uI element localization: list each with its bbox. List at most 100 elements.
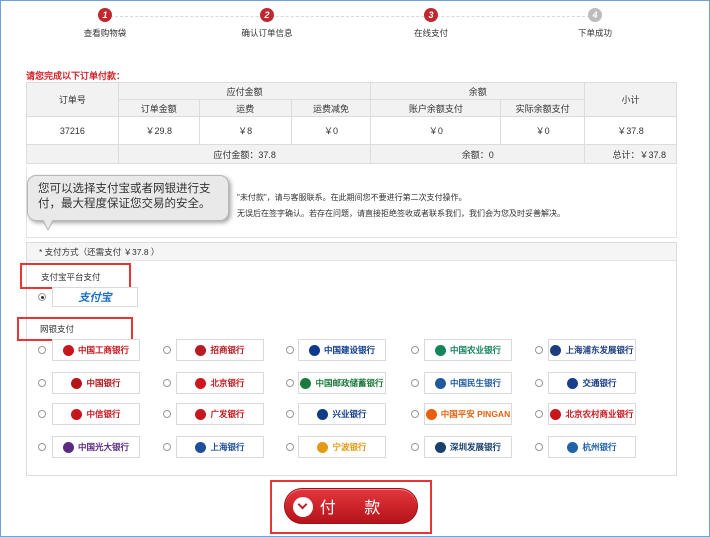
ceb-logo-icon [62, 441, 74, 453]
step-2-label: 确认订单信息 [241, 28, 293, 38]
bank-radio[interactable] [411, 379, 419, 387]
psbc-logo-icon [300, 377, 312, 389]
bank-radio[interactable] [38, 346, 46, 354]
bank-name: 中国民生银行 [449, 378, 501, 388]
step-1-number: 1 [98, 8, 112, 22]
bank-name: 中国农业银行 [449, 345, 501, 355]
tooltip-tail-inner [43, 219, 53, 229]
bank-name: 中国光大银行 [77, 442, 129, 452]
payment-method-header: * 支付方式（还需支付 ￥37.8 ） [27, 243, 676, 261]
bank-option[interactable]: 中国银行 [52, 372, 140, 394]
bosh-logo-icon [195, 441, 207, 453]
bank-radio[interactable] [411, 346, 419, 354]
bank-radio[interactable] [535, 379, 543, 387]
bank-name: 宁波银行 [332, 442, 367, 452]
bank-option[interactable]: 中国邮政储蓄银行 [298, 372, 386, 394]
step-3: 3 在线支付 [376, 8, 486, 39]
bank-option[interactable]: 杭州银行 [548, 436, 636, 458]
payable-total: 应付金额：37.8 [117, 144, 372, 164]
steps-divider [105, 16, 600, 17]
bank-highlight [17, 317, 133, 341]
bank-option[interactable]: 中国民生银行 [424, 372, 512, 394]
instruction-line-2: 无误后在签字确认。若存在问题，请直接拒绝签收或者联系我们，我们会为您及时妥善解决… [237, 209, 565, 218]
bank-option[interactable]: 上海银行 [176, 436, 264, 458]
order-amount-header: 订单金额 [117, 99, 200, 117]
icbc-logo-icon [62, 344, 74, 356]
bank-option[interactable]: 招商银行 [176, 339, 264, 361]
citic-logo-icon [71, 408, 83, 420]
bank-radio[interactable] [535, 410, 543, 418]
bank-option[interactable]: 中国工商银行 [52, 339, 140, 361]
bank-radio[interactable] [38, 443, 46, 451]
alipay-section-label: 支付宝平台支付 [41, 272, 101, 282]
bank-name: 中国建设银行 [323, 345, 375, 355]
bank-option[interactable]: 中国农业银行 [424, 339, 512, 361]
bank-option[interactable]: 中信银行 [52, 403, 140, 425]
account-balance-cell: ￥0 [370, 116, 502, 145]
bob-logo-icon [195, 377, 207, 389]
step-1-label: 查看购物袋 [83, 28, 127, 38]
order-amount-cell: ￥29.8 [117, 116, 200, 145]
bank-option[interactable]: 中国建设银行 [298, 339, 386, 361]
bank-option[interactable]: 北京银行 [176, 372, 264, 394]
subtotal-cell: ￥37.8 [584, 116, 677, 145]
ccb-logo-icon [308, 344, 320, 356]
bank-radio[interactable] [38, 379, 46, 387]
bank-option[interactable]: 兴业银行 [298, 403, 386, 425]
balance-total: 余额：0 [370, 144, 586, 164]
bank-radio[interactable] [286, 379, 294, 387]
order-number-header: 订单号 [26, 82, 119, 117]
payment-notice: 请您完成以下订单付款： [26, 71, 126, 81]
bank-name: 杭州银行 [582, 442, 617, 452]
bank-radio[interactable] [411, 410, 419, 418]
step-4-label: 下单成功 [577, 28, 612, 38]
alipay-logo-icon[interactable]: 支付宝 [52, 287, 138, 307]
bank-radio[interactable] [286, 443, 294, 451]
payment-tip-tooltip: 您可以选择支付宝或者网银进行支付，最大程度保证您交易的安全。 [27, 175, 229, 231]
step-4: 4 下单成功 [540, 8, 650, 39]
bank-name: 上海浦东发展银行 [565, 345, 634, 355]
bank-option[interactable]: 交通银行 [548, 372, 636, 394]
subtotal-header: 小计 [584, 82, 677, 117]
bank-option[interactable]: 上海浦东发展银行 [548, 339, 636, 361]
bank-option[interactable]: 宁波银行 [298, 436, 386, 458]
totals-row: 应付金额：37.8 余额：0 总计：￥37.8 [26, 144, 677, 164]
alipay-radio[interactable] [38, 293, 46, 301]
bank-radio[interactable] [535, 346, 543, 354]
bank-radio[interactable] [163, 379, 171, 387]
bank-name: 中国邮政储蓄银行 [315, 378, 384, 388]
sdb-logo-icon [434, 441, 446, 453]
bank-name: 深圳发展银行 [449, 442, 501, 452]
bocom-logo-icon [567, 377, 579, 389]
bjrcb-logo-icon [550, 408, 562, 420]
bank-radio[interactable] [163, 410, 171, 418]
bank-option[interactable]: 北京农村商业银行 [548, 403, 636, 425]
step-2: 2 确认订单信息 [212, 8, 322, 39]
cmbc-logo-icon [434, 377, 446, 389]
bank-name: 上海银行 [210, 442, 245, 452]
hzb-logo-icon [567, 441, 579, 453]
bank-radio[interactable] [286, 410, 294, 418]
actual-balance-cell: ￥0 [500, 116, 586, 145]
chevron-down-icon [293, 497, 313, 517]
spdb-logo-icon [550, 344, 562, 356]
bank-radio[interactable] [535, 443, 543, 451]
bank-option[interactable]: 中国平安 PINGAN [424, 403, 512, 425]
bank-option[interactable]: 广发银行 [176, 403, 264, 425]
bank-radio[interactable] [411, 443, 419, 451]
pay-button[interactable]: 付 款 [284, 488, 418, 524]
bank-option[interactable]: 深圳发展银行 [424, 436, 512, 458]
bank-option[interactable]: 中国光大银行 [52, 436, 140, 458]
bank-radio[interactable] [163, 443, 171, 451]
grand-total: 总计：￥37.8 [584, 144, 677, 164]
bank-radio[interactable] [286, 346, 294, 354]
bank-radio[interactable] [38, 410, 46, 418]
account-balance-header: 账户余额支付 [370, 99, 502, 117]
bank-name: 交通银行 [582, 378, 617, 388]
step-3-label: 在线支付 [413, 28, 448, 38]
step-1: 1 查看购物袋 [50, 8, 160, 39]
bank-radio[interactable] [163, 346, 171, 354]
shipping-header: 运费 [198, 99, 292, 117]
bank-name: 中信银行 [86, 409, 121, 419]
nbcb-logo-icon [317, 441, 329, 453]
